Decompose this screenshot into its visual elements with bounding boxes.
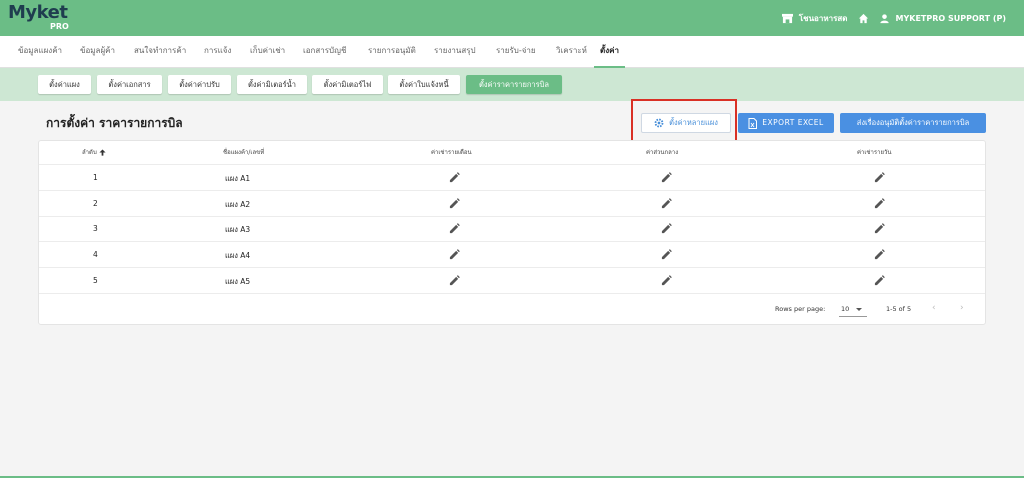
edit-pencil-icon[interactable] (661, 223, 672, 234)
edit-pencil-icon[interactable] (661, 249, 672, 260)
edit-pencil-icon[interactable] (449, 249, 460, 260)
main-nav: ข้อมูลแผงค้า ข้อมูลผู้ค้า สนใจทำการค้า ก… (0, 36, 1024, 68)
row-3-no: 3 (93, 224, 98, 233)
header-divider (39, 164, 985, 165)
nav-item-notify[interactable]: การแจ้ง (204, 36, 231, 68)
nav-item-approvals[interactable]: รายการอนุมัติ (368, 36, 416, 68)
next-page-icon[interactable]: › (960, 303, 964, 313)
subnav-penalty-settings[interactable]: ตั้งค่าค่าปรับ (168, 75, 231, 94)
row-divider (39, 190, 985, 191)
edit-pencil-icon[interactable] (661, 172, 672, 183)
column-header-stall: ชื่อแผงค้า/เลขที่ (223, 149, 265, 156)
row-5-stall: แผง A5 (225, 277, 251, 286)
edit-pencil-icon[interactable] (874, 172, 885, 183)
row-divider (39, 216, 985, 217)
subnav-water-meter-settings[interactable]: ตั้งค่ามิเตอร์น้ำ (237, 75, 307, 94)
nav-item-interest[interactable]: สนใจทำการค้า (134, 36, 186, 68)
home-icon[interactable] (858, 13, 869, 24)
subnav-stall-settings[interactable]: ตั้งค่าแผง (38, 75, 91, 94)
user-label: MYKETPRO SUPPORT (P) (895, 13, 1007, 23)
logo-text: Myket (8, 2, 68, 23)
export-excel-button[interactable]: EXPORT EXCEL (738, 113, 834, 133)
row-1-stall: แผง A1 (225, 174, 251, 183)
logo-sub: PRO (50, 22, 69, 31)
edit-pencil-icon[interactable] (449, 172, 460, 183)
row-divider (39, 267, 985, 268)
rows-per-page-label: Rows per page: (775, 305, 826, 313)
edit-pencil-icon[interactable] (661, 275, 672, 286)
column-header-daily-rent: ค่าเช่ารายวัน (857, 149, 892, 156)
row-2-stall: แผง A2 (225, 200, 251, 209)
arrow-up-icon (99, 148, 106, 156)
column-header-no-label: ลำดับ (82, 149, 97, 156)
settings-subnav: ตั้งค่าแผง ตั้งค่าเอกสาร ตั้งค่าค่าปรับ … (0, 68, 1024, 101)
send-approval-button[interactable]: ส่งเรื่องอนุมัติตั้งค่าราคารายการบิล (840, 113, 986, 133)
row-1-no: 1 (93, 173, 98, 182)
nav-item-settings[interactable]: ตั้งค่า (594, 36, 625, 68)
store-label: โชนอาหารสด (798, 13, 848, 23)
edit-pencil-icon[interactable] (874, 223, 885, 234)
user-menu[interactable]: MYKETPRO SUPPORT (P) (879, 13, 1007, 24)
edit-pencil-icon[interactable] (449, 223, 460, 234)
edit-pencil-icon[interactable] (874, 249, 885, 260)
row-4-stall: แผง A4 (225, 251, 251, 260)
edit-pencil-icon[interactable] (874, 275, 885, 286)
subnav-bill-price-settings[interactable]: ตั้งค่าราคารายการบิล (466, 75, 562, 94)
nav-item-income-expense[interactable]: รายรับ-จ่าย (496, 36, 536, 68)
export-excel-label: EXPORT EXCEL (762, 118, 824, 127)
store-selector[interactable]: โชนอาหารสด (781, 12, 848, 25)
nav-item-analytics[interactable]: วิเคราะห์ (556, 36, 587, 68)
pagination-range: 1-5 of 5 (886, 305, 912, 313)
subnav-electric-meter-settings[interactable]: ตั้งค่ามิเตอร์ไฟ (312, 75, 383, 94)
rows-per-page-select[interactable]: 10 (841, 305, 849, 313)
subnav-invoice-settings[interactable]: ตั้งค่าใบแจ้งหนี้ (388, 75, 460, 94)
nav-item-stalls[interactable]: ข้อมูลแผงค้า (18, 36, 62, 68)
nav-item-vendors[interactable]: ข้อมูลผู้ค้า (80, 36, 115, 68)
column-header-common-fee: ค่าส่วนกลาง (646, 149, 679, 156)
row-divider (39, 241, 985, 242)
chevron-down-icon[interactable] (856, 308, 862, 311)
row-divider (39, 293, 985, 294)
store-icon (781, 13, 793, 23)
file-icon (748, 117, 758, 129)
row-4-no: 4 (93, 250, 98, 259)
edit-pencil-icon[interactable] (874, 198, 885, 209)
prev-page-icon[interactable]: ‹ (932, 303, 936, 313)
app-logo[interactable]: Myket PRO (8, 2, 72, 34)
bill-price-table (38, 140, 986, 325)
row-2-no: 2 (93, 199, 98, 208)
user-icon (879, 13, 889, 23)
row-3-stall: แผง A3 (225, 225, 251, 234)
edit-pencil-icon[interactable] (449, 198, 460, 209)
subnav-document-settings[interactable]: ตั้งค่าเอกสาร (97, 75, 162, 94)
row-5-no: 5 (93, 276, 98, 285)
nav-item-accounting[interactable]: เอกสารบัญชี (303, 36, 346, 68)
page-title: การตั้งค่า ราคารายการบิล (46, 116, 183, 130)
top-bar: Myket PRO โชนอาหารสด MYKETPRO SUPPORT (P… (0, 0, 1024, 36)
select-underline (839, 316, 867, 317)
highlight-box (631, 99, 737, 145)
nav-item-rent[interactable]: เก็บค่าเช่า (250, 36, 285, 68)
edit-pencil-icon[interactable] (449, 275, 460, 286)
edit-pencil-icon[interactable] (661, 198, 672, 209)
column-header-no[interactable]: ลำดับ (82, 147, 106, 157)
nav-item-reports[interactable]: รายงานสรุป (434, 36, 476, 68)
top-right-menu: โชนอาหารสด MYKETPRO SUPPORT (P) (781, 0, 1007, 36)
column-header-monthly-rent: ค่าเช่ารายเดือน (431, 149, 472, 156)
